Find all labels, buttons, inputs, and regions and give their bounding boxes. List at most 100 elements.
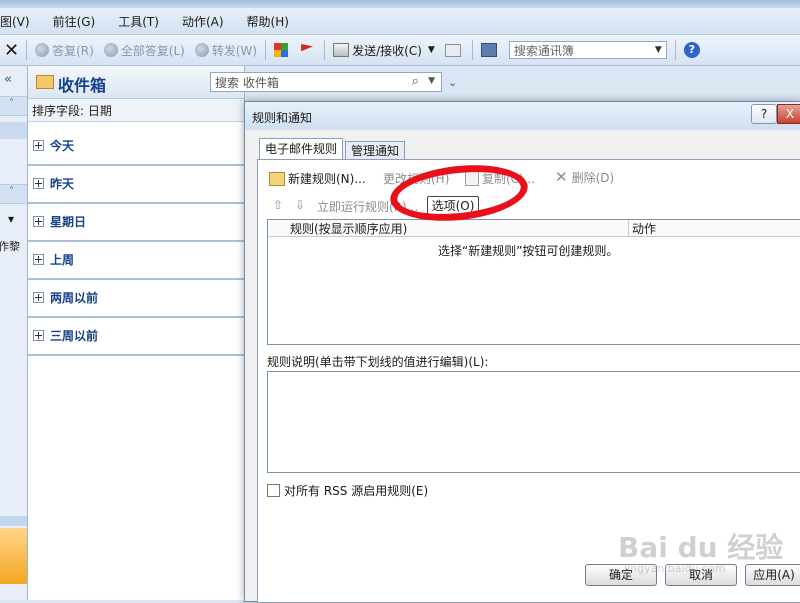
inbox-search-placeholder: 搜索 收件箱 (215, 75, 279, 90)
group-row[interactable]: 两周以前 (28, 279, 244, 318)
delete-button[interactable]: ✕ (0, 39, 23, 61)
rss-rules-checkbox[interactable] (267, 484, 280, 497)
inbox-search-input[interactable]: 搜索 收件箱 ⌕ ▼ (210, 72, 442, 92)
help-icon: ? (683, 42, 700, 58)
main-toolbar: ✕ 答复(R) 全部答复(L) 转发(W) 发送/接收(C) ▼ 搜索通讯簿 ▼ (0, 35, 800, 66)
address-book-search[interactable]: 搜索通讯簿 ▼ (508, 41, 667, 59)
run-rules-now-button[interactable]: 立即运行规则(R)... (317, 198, 418, 215)
move-up-button[interactable]: ⇧ (273, 198, 283, 212)
toolbar-separator (265, 40, 267, 60)
address-search-placeholder: 搜索通讯簿 (513, 43, 574, 58)
chevron-up-icon[interactable]: ˄ (9, 186, 14, 197)
chevron-up-icon[interactable]: ˄ (9, 98, 14, 109)
delete-rule-button[interactable]: ✕ 删除(D) (555, 168, 614, 186)
reply-button[interactable]: 答复(R) (30, 39, 99, 61)
dialog-title-bar: 规则和通知 ? X (245, 102, 800, 130)
reply-all-button[interactable]: 全部答复(L) (99, 39, 190, 61)
chevron-down-icon[interactable]: ▾ (8, 212, 14, 226)
new-rule-button[interactable]: 新建规则(N)... (269, 170, 366, 187)
tab-email-rules[interactable]: 电子邮件规则 (259, 138, 344, 159)
toolbar-separator (324, 40, 326, 60)
options-button[interactable]: 选项(O) (427, 196, 479, 216)
column-divider (628, 220, 629, 236)
rule-description-label: 规则说明(单击带下划线的值进行编辑)(L): (267, 355, 489, 369)
expand-icon[interactable] (33, 140, 44, 151)
chevron-down-icon[interactable]: ▼ (428, 76, 435, 86)
nav-selected-row[interactable] (0, 122, 27, 139)
expand-icon[interactable] (33, 254, 44, 265)
group-row[interactable]: 上周 (28, 241, 244, 280)
group-label: 上周 (50, 253, 75, 267)
delete-label: 删除(D) (571, 170, 615, 185)
menu-actions[interactable]: 动作(A) (168, 13, 233, 30)
toolbar-separator (674, 40, 676, 60)
reply-all-icon (103, 43, 118, 57)
chevron-down-icon[interactable]: ▼ (655, 45, 662, 55)
categorize-icon (274, 43, 289, 57)
book-icon (480, 43, 497, 57)
dialog-help-button[interactable]: ? (751, 104, 777, 124)
send-receive-label: 发送/接收(C) (352, 43, 422, 58)
nav-section-header: ˄ (0, 96, 27, 116)
expand-icon[interactable] (33, 178, 44, 189)
envelope-button[interactable] (440, 39, 469, 61)
menu-go[interactable]: 前往(G) (39, 13, 105, 30)
collapse-icon[interactable]: « (4, 72, 12, 87)
categorize-button[interactable] (269, 39, 296, 61)
dialog-title: 规则和通知 (252, 111, 313, 125)
address-book-button[interactable] (476, 39, 505, 61)
new-rule-label: 新建规则(N)... (288, 172, 366, 186)
rss-rules-option[interactable]: 对所有 RSS 源启用规则(E) (267, 482, 428, 499)
close-icon: ✕ (555, 168, 568, 186)
group-row[interactable]: 三周以前 (28, 317, 244, 356)
group-row[interactable]: 今天 (28, 127, 244, 166)
inbox-title: 收件箱 (58, 76, 107, 95)
search-icon[interactable]: ⌕ (412, 74, 419, 89)
expand-icon[interactable] (33, 216, 44, 227)
nav-selected-button[interactable] (0, 528, 27, 584)
menu-view[interactable]: 图(V) (0, 13, 39, 30)
follow-up-button[interactable] (296, 39, 321, 61)
arrow-down-icon: ⇩ (295, 198, 306, 212)
group-label: 昨天 (50, 177, 75, 191)
nav-bottom-bar (0, 516, 27, 526)
chevron-double-down-icon[interactable]: ⌄ (448, 76, 457, 89)
expand-icon[interactable] (33, 330, 44, 341)
chevron-down-icon[interactable]: ▼ (428, 45, 435, 55)
change-rule-button[interactable]: 更改规则(H) (383, 170, 449, 187)
column-header-action[interactable]: 动作 (632, 220, 656, 237)
send-receive-icon (333, 43, 350, 57)
group-row[interactable]: 昨天 (28, 165, 244, 204)
tab-manage-alerts[interactable]: 管理通知 (345, 141, 406, 160)
group-label: 星期日 (50, 215, 87, 229)
copy-label: 复制(C)... (482, 172, 536, 186)
apply-button[interactable]: 应用(A) (745, 564, 800, 586)
navigation-pane-collapsed: « ˄ ˄ ▾ 作黎 (0, 66, 28, 600)
group-label: 三周以前 (50, 329, 99, 343)
group-row[interactable]: 星期日 (28, 203, 244, 242)
toolbar-separator (26, 40, 28, 60)
help-button[interactable]: ? (679, 39, 708, 61)
column-header-rule[interactable]: 规则(按显示顺序应用) (290, 220, 407, 237)
rules-list[interactable]: 规则(按显示顺序应用) 动作 选择“新建规则”按钮可创建规则。 (267, 219, 800, 345)
send-receive-button[interactable]: 发送/接收(C) ▼ (328, 39, 440, 61)
expand-icon[interactable] (33, 292, 44, 303)
folder-icon (36, 75, 54, 89)
copy-rule-button[interactable]: 复制(C)... (465, 170, 535, 187)
new-rule-icon (269, 171, 285, 186)
watermark-logo: Bai du 经验 (618, 531, 784, 564)
reply-label: 答复(R) (52, 43, 94, 58)
sort-bar[interactable]: 排序字段: 日期 (28, 99, 244, 122)
nav-item-text: 作黎 (0, 240, 20, 253)
nav-section-header: ˄ (0, 184, 27, 204)
reply-icon (35, 43, 50, 57)
rule-description-box[interactable] (267, 371, 800, 473)
rss-rules-label: 对所有 RSS 源启用规则(E) (284, 484, 429, 498)
move-down-button[interactable]: ⇩ (295, 198, 305, 212)
forward-button[interactable]: 转发(W) (190, 39, 262, 61)
menu-help[interactable]: 帮助(H) (233, 13, 298, 30)
menu-tools[interactable]: 工具(T) (104, 13, 168, 30)
dialog-close-button[interactable]: X (777, 104, 800, 124)
rules-list-header: 规则(按显示顺序应用) 动作 (268, 220, 800, 237)
envelope-icon (444, 43, 461, 57)
